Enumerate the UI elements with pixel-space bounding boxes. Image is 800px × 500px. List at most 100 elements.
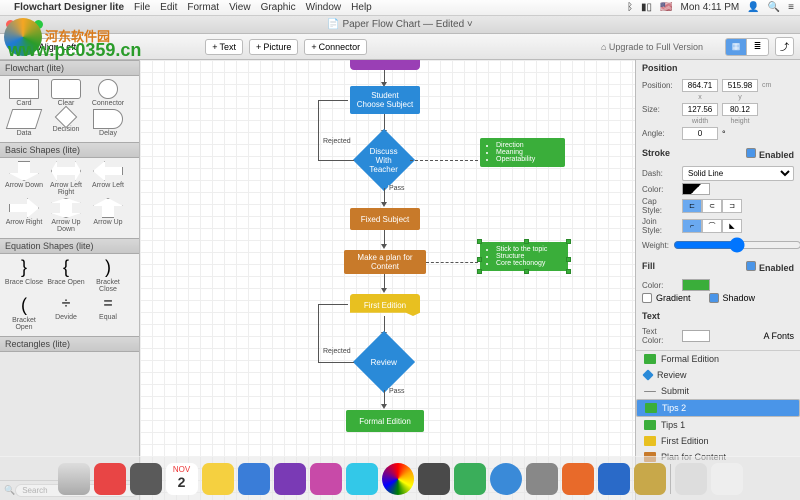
user-icon[interactable]: 👤 bbox=[747, 2, 759, 13]
node-review[interactable]: Review bbox=[353, 331, 415, 393]
dock-finder-icon[interactable] bbox=[58, 463, 90, 495]
connector[interactable] bbox=[318, 362, 354, 363]
shape-arrow-down[interactable] bbox=[9, 161, 39, 181]
fill-enabled-checkbox[interactable] bbox=[746, 261, 756, 271]
clock[interactable]: Mon 4:11 PM bbox=[681, 2, 740, 13]
connector[interactable] bbox=[318, 304, 348, 305]
add-picture-button[interactable]: + Picture bbox=[249, 39, 298, 55]
stroke-color-swatch[interactable] bbox=[682, 183, 710, 195]
dock-launchpad-icon[interactable] bbox=[94, 463, 126, 495]
dock-icon[interactable] bbox=[562, 463, 594, 495]
outline-item[interactable]: Submit bbox=[636, 383, 800, 399]
sidebar-section-flowchart[interactable]: Flowchart (lite) bbox=[0, 60, 139, 76]
view-grid-button[interactable]: ▦ bbox=[725, 38, 747, 56]
menu-graphic[interactable]: Graphic bbox=[261, 2, 296, 13]
size-h-input[interactable] bbox=[722, 103, 758, 116]
menu-app[interactable]: Flowchart Designer lite bbox=[14, 2, 124, 13]
outline-item[interactable]: First Edition bbox=[636, 433, 800, 449]
connector[interactable] bbox=[318, 100, 348, 101]
gradient-checkbox[interactable] bbox=[642, 293, 652, 303]
dock-safari-icon[interactable] bbox=[130, 463, 162, 495]
dash-select[interactable]: Solid Line bbox=[682, 166, 794, 181]
dock-icon[interactable] bbox=[418, 463, 450, 495]
canvas[interactable]: Student Choose Subject Discuss With Teac… bbox=[140, 60, 635, 500]
shape-bracket-open[interactable]: ( bbox=[21, 295, 27, 316]
shape-connector[interactable] bbox=[98, 79, 118, 99]
shadow-checkbox[interactable] bbox=[709, 293, 719, 303]
pos-y-input[interactable] bbox=[722, 79, 758, 92]
dock-icon[interactable] bbox=[598, 463, 630, 495]
connector-dashed[interactable] bbox=[410, 160, 478, 161]
connector[interactable] bbox=[318, 304, 319, 362]
fonts-button[interactable]: A Fonts bbox=[763, 331, 794, 341]
node-first[interactable]: First Edition bbox=[350, 294, 420, 316]
shape-arrow-right[interactable] bbox=[9, 198, 39, 218]
shape-divide[interactable]: ÷ bbox=[62, 295, 71, 313]
shape-decision[interactable] bbox=[55, 106, 78, 129]
shape-arrow-lr[interactable] bbox=[51, 161, 81, 181]
node-top[interactable] bbox=[350, 60, 420, 70]
dock-messages-icon[interactable] bbox=[454, 463, 486, 495]
shape-clear[interactable] bbox=[51, 79, 81, 99]
dock-icon[interactable] bbox=[634, 463, 666, 495]
dock-settings-icon[interactable] bbox=[526, 463, 558, 495]
shape-arrow-up[interactable] bbox=[93, 198, 123, 218]
dock-photos-icon[interactable] bbox=[382, 463, 414, 495]
dock-icon[interactable] bbox=[310, 463, 342, 495]
add-connector-button[interactable]: + Connector bbox=[304, 39, 367, 55]
shape-bracket-close[interactable]: ) bbox=[105, 257, 111, 278]
connector[interactable] bbox=[318, 160, 354, 161]
outline-item[interactable]: Formal Edition bbox=[636, 351, 800, 367]
view-list-button[interactable]: ≣ bbox=[747, 38, 769, 56]
menu-icon[interactable]: ≡ bbox=[788, 2, 794, 13]
outline-item-selected[interactable]: Tips 2 bbox=[636, 399, 800, 417]
sidebar-section-rect[interactable]: Rectangles (lite) bbox=[0, 336, 139, 352]
add-text-button[interactable]: + Text bbox=[205, 39, 243, 55]
shape-delay[interactable] bbox=[93, 109, 123, 129]
dock-icon[interactable] bbox=[346, 463, 378, 495]
flag-icon[interactable]: 🇺🇸 bbox=[660, 2, 672, 13]
sidebar-section-equation[interactable]: Equation Shapes (lite) bbox=[0, 238, 139, 254]
shape-card[interactable] bbox=[9, 79, 39, 99]
sidebar-section-basic[interactable]: Basic Shapes (lite) bbox=[0, 142, 139, 158]
dock-calendar-icon[interactable]: NOV2 bbox=[166, 463, 198, 495]
fill-color-swatch[interactable] bbox=[682, 279, 710, 291]
angle-input[interactable] bbox=[682, 127, 718, 140]
shape-equal[interactable]: = bbox=[103, 295, 112, 313]
node-formal[interactable]: Formal Edition bbox=[346, 410, 424, 432]
node-student[interactable]: Student Choose Subject bbox=[350, 86, 420, 114]
size-w-input[interactable] bbox=[682, 103, 718, 116]
dock-mail-icon[interactable] bbox=[238, 463, 270, 495]
menu-window[interactable]: Window bbox=[306, 2, 342, 13]
shape-arrow-ud[interactable] bbox=[51, 198, 81, 218]
bluetooth-icon[interactable]: ᛒ bbox=[627, 2, 633, 13]
dock-notes-icon[interactable] bbox=[202, 463, 234, 495]
menu-help[interactable]: Help bbox=[351, 2, 372, 13]
shape-data[interactable] bbox=[6, 109, 42, 129]
weight-slider[interactable] bbox=[673, 237, 800, 253]
connector-dashed[interactable] bbox=[426, 262, 478, 263]
menu-edit[interactable]: Edit bbox=[160, 2, 177, 13]
pos-x-input[interactable] bbox=[682, 79, 718, 92]
share-button[interactable]: ⤴ bbox=[775, 37, 794, 56]
spotlight-icon[interactable]: 🔍 bbox=[768, 2, 780, 13]
text-color-swatch[interactable] bbox=[682, 330, 710, 342]
shape-arrow-left[interactable] bbox=[93, 161, 123, 181]
dock-itunes-icon[interactable] bbox=[274, 463, 306, 495]
menu-format[interactable]: Format bbox=[187, 2, 219, 13]
outline-item[interactable]: Tips 1 bbox=[636, 417, 800, 433]
battery-icon[interactable]: ▮▯ bbox=[641, 2, 652, 13]
connector[interactable] bbox=[318, 100, 319, 160]
menu-view[interactable]: View bbox=[229, 2, 251, 13]
note-1[interactable]: DirectionMeaningOperatability bbox=[480, 138, 565, 167]
outline-item[interactable]: Review bbox=[636, 367, 800, 383]
stroke-enabled-checkbox[interactable] bbox=[746, 148, 756, 158]
dock-downloads-icon[interactable] bbox=[675, 463, 707, 495]
menu-file[interactable]: File bbox=[134, 2, 150, 13]
upgrade-link[interactable]: ⌂ Upgrade to Full Version bbox=[601, 42, 703, 52]
dock-trash-icon[interactable] bbox=[711, 463, 743, 495]
shape-brace-open[interactable]: { bbox=[63, 257, 69, 278]
shape-brace-close[interactable]: } bbox=[21, 257, 27, 278]
note-2[interactable]: Stick to the topicStructureCore techonog… bbox=[480, 242, 568, 271]
node-plan[interactable]: Make a plan for Content bbox=[344, 250, 426, 274]
